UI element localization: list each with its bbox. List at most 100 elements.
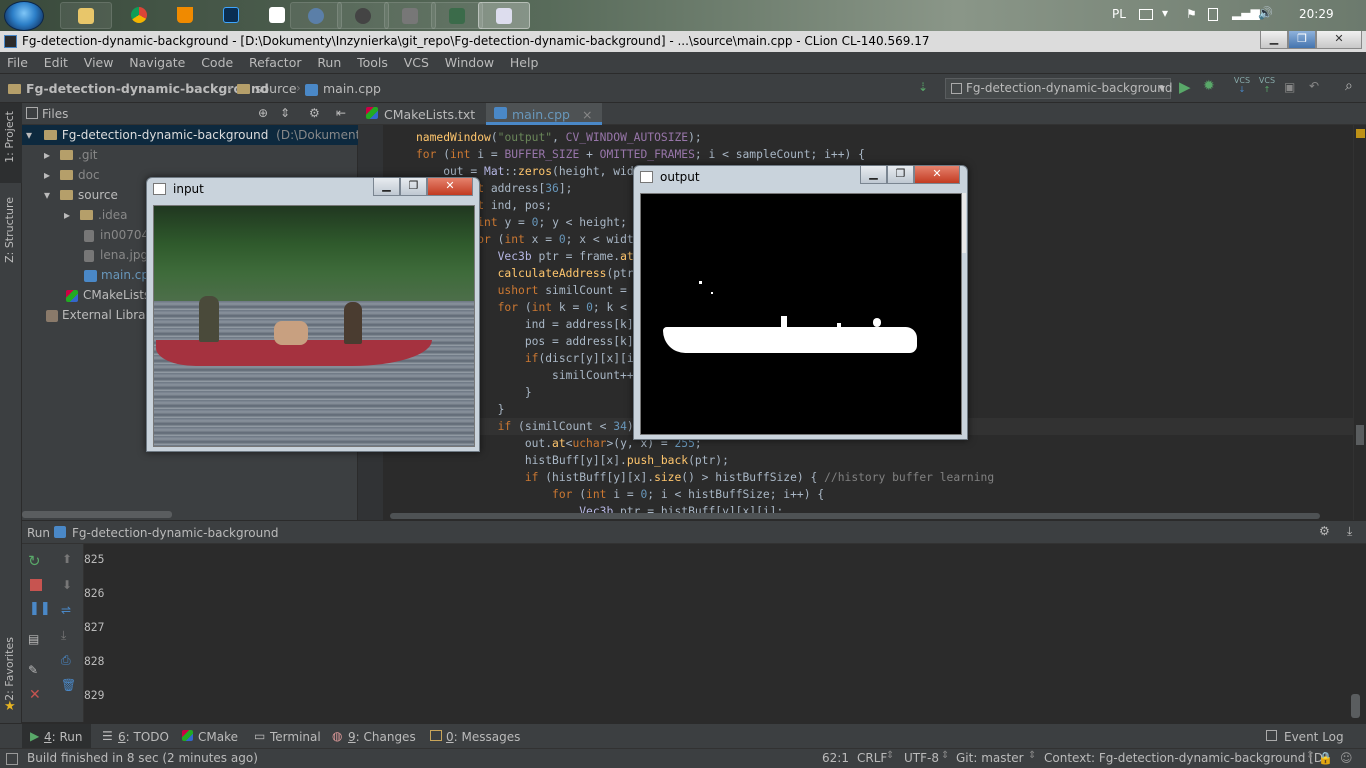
minimize-button[interactable]: ▁: [1260, 31, 1288, 49]
minimize-button[interactable]: ▁: [860, 166, 887, 184]
resolve-context[interactable]: Context: Fg-detection-dynamic-background…: [1044, 751, 1328, 765]
tool-tab-event-log[interactable]: Event Log: [1262, 724, 1352, 749]
menu-view[interactable]: View: [84, 52, 114, 70]
photoshop-taskbar-icon[interactable]: [206, 2, 258, 29]
tree-root[interactable]: ▾ Fg-detection-dynamic-background (D:\Do…: [26, 128, 389, 142]
soft-wrap-icon[interactable]: ⇌: [61, 603, 71, 617]
warning-marker[interactable]: [1356, 129, 1365, 138]
run-console[interactable]: 825 826 827 828 829: [84, 544, 1366, 722]
scroll-thumb[interactable]: [1356, 425, 1364, 445]
project-tool-tab[interactable]: 1: Project: [3, 111, 16, 163]
debug-icon[interactable]: ✹: [1203, 78, 1215, 94]
build-icon[interactable]: ⇣: [918, 80, 928, 94]
lock-icon[interactable]: 🔒: [1318, 751, 1333, 765]
tool-tab-messages[interactable]: 0: Messages: [424, 724, 528, 749]
inspector-icon[interactable]: ☺: [1340, 751, 1353, 765]
hide-panel-icon[interactable]: ⇤: [336, 106, 346, 120]
editor-hscrollbar[interactable]: [390, 513, 1320, 519]
run-config-label[interactable]: Fg-detection-dynamic-background: [72, 526, 278, 540]
run-icon[interactable]: ▶: [1179, 78, 1191, 96]
favorites-tool-tab[interactable]: 2: Favorites: [3, 637, 16, 701]
menu-file[interactable]: File: [7, 52, 28, 70]
line-separator[interactable]: CRLF: [857, 751, 887, 765]
close-icon[interactable]: ✕: [29, 687, 41, 703]
collapse-all-icon[interactable]: ⇕: [280, 106, 290, 120]
arrow-up-icon[interactable]: ⬆: [62, 552, 72, 566]
output-image-window[interactable]: output ▁ ❐ ✕: [633, 165, 968, 440]
clear-all-icon[interactable]: 🗑: [61, 678, 76, 692]
tool-tab-todo[interactable]: ☰ 6: TODO: [96, 724, 177, 749]
arrow-down-icon[interactable]: ⬇: [62, 578, 72, 592]
keyboard-icon[interactable]: [1139, 9, 1153, 20]
tree-item-cmakelists[interactable]: CMakeLists.: [66, 288, 154, 302]
tree-item-main-cpp[interactable]: main.cp: [84, 268, 149, 282]
file-encoding[interactable]: UTF-8: [904, 751, 939, 765]
close-tab-icon[interactable]: ×: [582, 107, 592, 122]
search-icon[interactable]: ⌕: [1345, 78, 1353, 94]
app-taskbar-icon[interactable]: [337, 2, 389, 29]
vcs-update-icon[interactable]: VCS ↓: [1233, 76, 1251, 94]
tab-main-cpp[interactable]: main.cpp ×: [486, 103, 603, 125]
maximize-button[interactable]: ❐: [887, 166, 914, 184]
explorer-taskbar-icon[interactable]: [60, 2, 112, 29]
tree-item-file[interactable]: in00704: [84, 228, 149, 242]
tree-item-lena[interactable]: lena.jpg: [84, 248, 148, 262]
tree-item-idea[interactable]: ▸ .idea: [64, 208, 128, 222]
input-image-window[interactable]: input ▁ ❐ ✕: [146, 177, 480, 452]
close-button[interactable]: ✕: [1316, 31, 1362, 49]
battery-icon[interactable]: [1208, 8, 1218, 21]
tree-item-git[interactable]: ▸ .git: [44, 148, 98, 162]
tool-tab-terminal[interactable]: ▭ Terminal: [248, 724, 329, 749]
print-icon[interactable]: ⎙: [61, 653, 71, 668]
volume-icon[interactable]: 🔊: [1258, 6, 1273, 20]
flag-icon[interactable]: ⚑: [1186, 7, 1197, 21]
app-taskbar-icon[interactable]: [431, 2, 483, 29]
minimize-button[interactable]: ▁: [373, 178, 400, 196]
tree-item-external-libraries[interactable]: External Librarie: [46, 308, 161, 322]
start-button[interactable]: [4, 1, 44, 31]
breadcrumb-folder[interactable]: source: [237, 81, 297, 96]
signal-icon[interactable]: ▂▄▆: [1232, 6, 1260, 20]
menu-vcs[interactable]: VCS: [404, 52, 429, 70]
menu-help[interactable]: Help: [510, 52, 539, 70]
chevron-down-icon[interactable]: ▾: [1162, 6, 1168, 20]
vcs-history-icon[interactable]: ▣: [1284, 80, 1295, 94]
breadcrumb-file[interactable]: main.cpp: [305, 81, 381, 96]
project-hscrollbar[interactable]: [22, 511, 172, 518]
tool-windows-icon[interactable]: [6, 753, 18, 765]
menu-code[interactable]: Code: [201, 52, 233, 70]
menu-refactor[interactable]: Refactor: [249, 52, 301, 70]
gear-icon[interactable]: ⚙: [309, 106, 320, 120]
menu-run[interactable]: Run: [317, 52, 341, 70]
scroll-from-source-icon[interactable]: ⊕: [258, 106, 268, 120]
status-message[interactable]: Build finished in 8 sec (2 minutes ago): [27, 751, 258, 765]
maximize-button[interactable]: ❐: [1288, 31, 1316, 49]
chrome-taskbar-icon[interactable]: [114, 2, 166, 29]
pause-icon[interactable]: ❚❚: [29, 601, 51, 616]
console-scroll-thumb[interactable]: [1351, 694, 1360, 718]
language-indicator[interactable]: PL: [1112, 7, 1126, 21]
structure-tool-tab[interactable]: Z: Structure: [3, 197, 16, 263]
clion-taskbar-icon[interactable]: [478, 2, 530, 29]
vlc-taskbar-icon[interactable]: [160, 2, 212, 29]
dump-threads-icon[interactable]: ▤: [28, 632, 39, 646]
revert-icon[interactable]: ↶: [1309, 79, 1319, 93]
menu-edit[interactable]: Edit: [44, 52, 68, 70]
tool-tab-cmake[interactable]: CMake: [176, 724, 246, 749]
maximize-button[interactable]: ❐: [400, 178, 427, 196]
tree-item-doc[interactable]: ▸ doc: [44, 168, 100, 182]
close-button[interactable]: ✕: [427, 178, 473, 196]
tool-tab-changes[interactable]: ◍ 9: Changes: [326, 724, 424, 749]
menu-window[interactable]: Window: [445, 52, 494, 70]
close-button[interactable]: ✕: [914, 166, 960, 184]
pin-icon[interactable]: ✎: [28, 663, 38, 677]
menu-navigate[interactable]: Navigate: [129, 52, 185, 70]
menu-tools[interactable]: Tools: [357, 52, 388, 70]
hide-panel-icon[interactable]: ⤓: [1347, 524, 1352, 539]
stop-icon[interactable]: [30, 579, 42, 591]
error-stripe[interactable]: [1353, 125, 1366, 520]
tool-tab-run[interactable]: ▶ 4: Run: [22, 724, 91, 749]
gear-icon[interactable]: ⚙: [1319, 524, 1330, 538]
app-taskbar-icon[interactable]: [290, 2, 342, 29]
window-scroll-thumb[interactable]: [962, 193, 966, 253]
